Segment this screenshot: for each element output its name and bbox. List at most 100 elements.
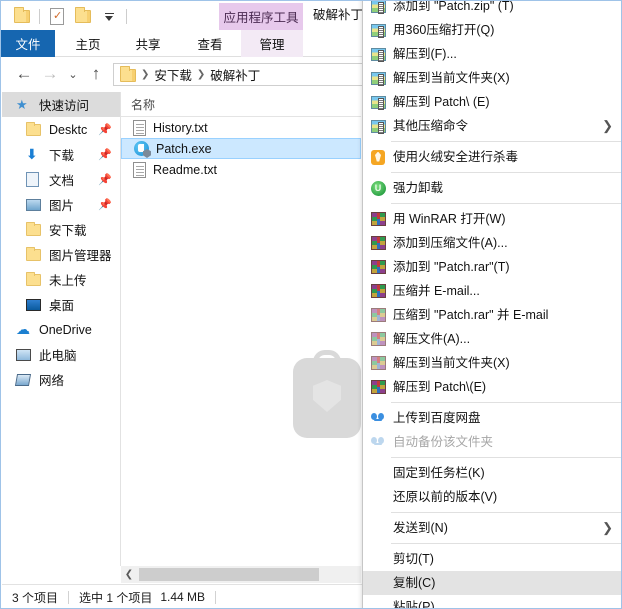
menu-item-3[interactable]: 解压到当前文件夹(X) xyxy=(363,66,621,90)
menu-item-label: 强力卸载 xyxy=(393,180,444,195)
menu-item-11[interactable]: 用 WinRAR 打开(W) xyxy=(363,207,621,231)
menu-item-label: 添加到压缩文件(A)... xyxy=(393,235,508,250)
sidebar-item-11[interactable]: 网络 xyxy=(2,367,120,392)
menu-item-label: 用 WinRAR 打开(W) xyxy=(393,211,506,226)
sidebar-item-0[interactable]: ★ 快速访问 xyxy=(2,92,120,117)
pictures-icon xyxy=(26,197,44,213)
pin-icon[interactable]: 📌 xyxy=(98,148,112,161)
menu-item-1[interactable]: 用360压缩打开(Q) xyxy=(363,18,621,42)
menu-item-9[interactable]: 强力卸载 xyxy=(363,176,621,200)
sidebar-item-10[interactable]: 此电脑 xyxy=(2,342,120,367)
forward-button[interactable]: → xyxy=(37,61,63,87)
table-row[interactable]: Patch.exe xyxy=(121,138,361,159)
pin-icon[interactable]: 📌 xyxy=(98,198,112,211)
menu-item-24[interactable]: 还原以前的版本(V) xyxy=(363,485,621,509)
sidebar-item-label: 文档 xyxy=(49,174,75,188)
menu-item-0[interactable]: 添加到 "Patch.zip" (T) xyxy=(363,1,621,18)
tab-manage[interactable]: 管理 xyxy=(241,30,303,57)
winrar-icon xyxy=(367,235,389,251)
pin-icon[interactable]: 📌 xyxy=(98,173,112,186)
menu-item-18[interactable]: 解压到 Patch\(E) xyxy=(363,375,621,399)
menu-item-label: 上传到百度网盘 xyxy=(393,410,481,425)
sidebar-item-2[interactable]: ⬇ 下载 📌 xyxy=(2,142,120,167)
zip-icon xyxy=(367,22,389,38)
properties-icon[interactable] xyxy=(44,5,70,29)
folder-icon[interactable] xyxy=(9,5,35,29)
sidebar-item-9[interactable]: ☁ OneDrive xyxy=(2,317,120,342)
application-tools-tab[interactable]: 应用程序工具 xyxy=(219,3,303,30)
menu-item-20[interactable]: 上传到百度网盘 xyxy=(363,406,621,430)
menu-item-2[interactable]: 解压到(F)... xyxy=(363,42,621,66)
status-selection-count: 选中 1 个项目 xyxy=(79,590,153,605)
scroll-left-arrow-icon[interactable]: ❮ xyxy=(121,566,137,583)
sidebar-item-3[interactable]: 文档 📌 xyxy=(2,167,120,192)
scrollbar-thumb[interactable] xyxy=(139,568,319,581)
customize-chevron-down-icon[interactable] xyxy=(96,5,122,29)
menu-item-4[interactable]: 解压到 Patch\ (E) xyxy=(363,90,621,114)
horizontal-scrollbar[interactable]: ❮ xyxy=(121,566,361,583)
table-row[interactable]: History.txt xyxy=(121,117,361,138)
file-list-pane[interactable]: 名称 ⌃ History.txt Patch.exe Readme.txt 安下 a… xyxy=(121,92,361,566)
menu-item-26[interactable]: 发送到(N) ❯ xyxy=(363,516,621,540)
winrar-faded-icon xyxy=(367,331,389,347)
menu-item-13[interactable]: 添加到 "Patch.rar"(T) xyxy=(363,255,621,279)
menu-item-label: 剪切(T) xyxy=(393,551,434,566)
tab-file[interactable]: 文件 xyxy=(1,30,55,57)
star-pin-icon: ★ xyxy=(16,96,28,112)
pin-icon[interactable]: 📌 xyxy=(98,123,112,136)
menu-item-21: 自动备份该文件夹 xyxy=(363,430,621,454)
back-button[interactable]: ← xyxy=(11,61,37,87)
tab-view[interactable]: 查看 xyxy=(181,30,239,57)
sidebar-item-6[interactable]: 图片管理器 xyxy=(2,242,120,267)
breadcrumb-item-1[interactable]: 破解补丁 xyxy=(210,65,260,84)
no-icon xyxy=(367,520,389,536)
up-button[interactable]: ↑ xyxy=(83,61,109,87)
context-menu[interactable]: 添加到 "Patch.zip" (T) 用360压缩打开(Q) 解压到(F)... 解… xyxy=(362,1,621,608)
text-file-icon xyxy=(133,161,146,178)
table-row[interactable]: Readme.txt xyxy=(121,159,361,180)
winrar-faded-icon xyxy=(367,307,389,323)
zip-icon xyxy=(367,70,389,86)
winrar-icon xyxy=(367,211,389,227)
menu-item-label: 复制(C) xyxy=(393,575,436,590)
sidebar-item-4[interactable]: 图片 📌 xyxy=(2,192,120,217)
sort-ascending-icon: ⌃ xyxy=(251,92,261,100)
menu-item-29[interactable]: 复制(C) xyxy=(363,571,621,595)
sidebar-item-5[interactable]: 安下载 xyxy=(2,217,120,242)
tab-home[interactable]: 主页 xyxy=(59,30,117,57)
menu-item-label: 解压到 Patch\(E) xyxy=(393,379,487,394)
menu-item-17[interactable]: 解压到当前文件夹(X) xyxy=(363,351,621,375)
menu-item-16[interactable]: 解压文件(A)... xyxy=(363,327,621,351)
menu-item-label: 还原以前的版本(V) xyxy=(393,489,498,504)
zip-icon xyxy=(367,94,389,110)
sidebar-item-8[interactable]: 桌面 xyxy=(2,292,120,317)
sidebar-item-label: 图片管理器 xyxy=(49,249,112,263)
toolbar-divider xyxy=(39,9,40,24)
watermark-logo: 安下 anxz.com xyxy=(293,350,361,459)
menu-item-5[interactable]: 其他压缩命令 ❯ xyxy=(363,114,621,138)
column-header-name[interactable]: 名称 ⌃ xyxy=(121,92,361,117)
menu-item-28[interactable]: 剪切(T) xyxy=(363,547,621,571)
menu-separator xyxy=(391,141,621,142)
sidebar-item-7[interactable]: 未上传 xyxy=(2,267,120,292)
menu-item-30[interactable]: 粘贴(P) xyxy=(363,595,621,608)
menu-item-7[interactable]: 使用火绒安全进行杀毒 xyxy=(363,145,621,169)
menu-item-label: 解压到(F)... xyxy=(393,46,457,61)
menu-item-15[interactable]: 压缩到 "Patch.rar" 并 E-mail xyxy=(363,303,621,327)
address-folder-icon xyxy=(120,66,136,82)
menu-item-14[interactable]: 压缩并 E-mail... xyxy=(363,279,621,303)
menu-item-label: 压缩到 "Patch.rar" 并 E-mail xyxy=(393,307,549,322)
recent-locations-button[interactable]: ⌄ xyxy=(63,61,83,87)
file-name-label: History.txt xyxy=(153,120,208,135)
new-folder-icon[interactable] xyxy=(70,5,96,29)
chevron-right-icon: ❯ xyxy=(602,520,613,535)
menu-item-12[interactable]: 添加到压缩文件(A)... xyxy=(363,231,621,255)
menu-item-23[interactable]: 固定到任务栏(K) xyxy=(363,461,621,485)
sidebar-item-1[interactable]: Desktc 📌 xyxy=(2,117,120,142)
breadcrumb-item-0[interactable]: 安下载 xyxy=(154,65,192,84)
folder-icon xyxy=(26,121,44,138)
navigation-pane[interactable]: ★ 快速访问 Desktc 📌 ⬇ 下载 📌 文档 📌 图片 📌 安下载 图片管理器 未上传 桌面 ☁ OneD… xyxy=(2,92,120,566)
tab-share[interactable]: 共享 xyxy=(119,30,177,57)
breadcrumb-separator-2: ❯ xyxy=(196,68,206,80)
zip-icon xyxy=(367,1,389,14)
